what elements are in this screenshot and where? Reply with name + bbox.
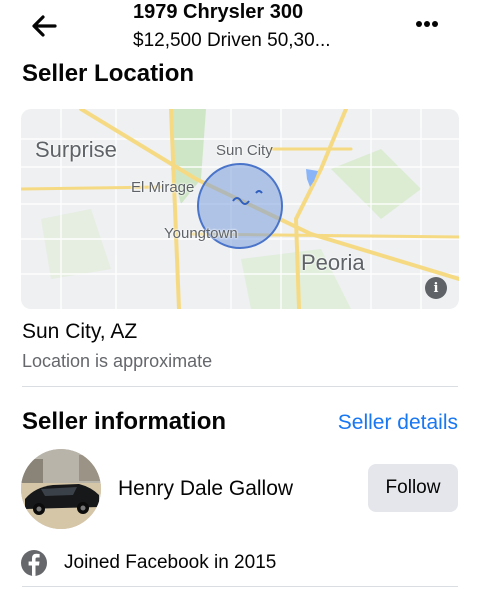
follow-button[interactable]: Follow	[368, 464, 458, 512]
listing-subtitle: $12,500 Driven 50,30...	[133, 30, 331, 51]
listing-header: 1979 Chrysler 300 $12,500 Driven 50,30..…	[0, 0, 480, 60]
map-label-youngtown: Youngtown	[164, 225, 238, 242]
seller-name[interactable]: Henry Dale Gallow	[118, 477, 293, 501]
arrow-left-icon	[32, 15, 57, 37]
seller-avatar[interactable]	[21, 449, 101, 529]
map-info-icon[interactable]: i	[425, 277, 447, 299]
location-map[interactable]: Surprise Sun City El Mirage Youngtown Pe…	[21, 109, 459, 309]
more-options-button[interactable]	[410, 10, 444, 38]
bottom-divider	[22, 586, 458, 587]
seller-information-heading: Seller information	[22, 408, 227, 435]
section-divider	[22, 386, 458, 387]
map-label-sun-city: Sun City	[216, 142, 273, 159]
facebook-icon	[21, 550, 47, 576]
map-label-el-mirage: El Mirage	[131, 179, 195, 196]
joined-facebook-text: Joined Facebook in 2015	[64, 552, 277, 573]
location-approximate-note: Location is approximate	[22, 351, 213, 371]
avatar-car-photo	[21, 449, 101, 529]
back-button[interactable]	[28, 10, 60, 42]
listing-title: 1979 Chrysler 300	[133, 1, 304, 23]
map-label-surprise: Surprise	[35, 137, 117, 162]
ellipsis-icon	[416, 21, 438, 27]
seller-city: Sun City, AZ	[22, 320, 138, 343]
seller-location-heading: Seller Location	[22, 60, 195, 87]
seller-details-link[interactable]: Seller details	[338, 411, 458, 435]
map-label-peoria: Peoria	[301, 250, 365, 275]
